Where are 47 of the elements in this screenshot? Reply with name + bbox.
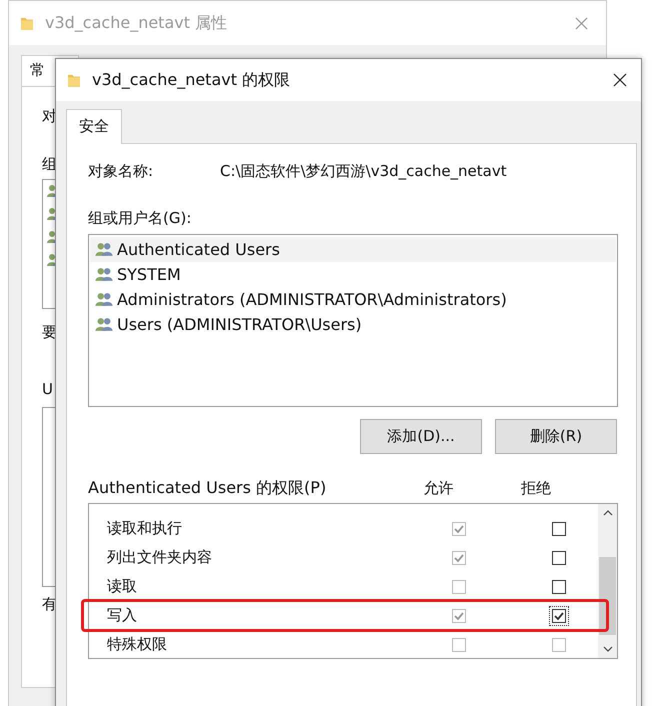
security-tab[interactable]: 安全 (66, 109, 122, 144)
user-item[interactable]: Administrators (ADMINISTRATOR\Administrators) (90, 287, 616, 312)
permission-name: 读取 (106, 577, 138, 596)
permission-row[interactable]: 列出文件夹内容 (89, 543, 598, 572)
user-item[interactable]: Authenticated Users (90, 237, 616, 262)
add-button[interactable]: 添加(D)... (360, 419, 482, 454)
dialog-title: v3d_cache_netavt 的权限 (92, 70, 290, 90)
window-title: v3d_cache_netavt 属性 (45, 12, 228, 34)
permission-name: 特殊权限 (106, 635, 168, 654)
users-icon (95, 317, 113, 332)
object-name-label: 对象名称: (88, 162, 154, 181)
deny-checkbox[interactable] (552, 580, 566, 594)
check-icon (453, 610, 465, 622)
user-item[interactable]: SYSTEM (90, 262, 616, 287)
label-fragment: 要 (42, 323, 57, 342)
close-icon[interactable] (613, 73, 627, 87)
check-icon (453, 522, 465, 534)
folder-icon (68, 72, 80, 88)
check-icon (453, 552, 465, 564)
permission-row[interactable]: 写入 (89, 601, 598, 630)
scrollbar[interactable] (598, 504, 617, 658)
column-header: 允许 (424, 479, 454, 498)
object-path: C:\固态软件\梦幻西游\v3d_cache_netavt (220, 162, 507, 181)
deny-checkbox[interactable] (552, 522, 566, 536)
check-icon (553, 610, 565, 622)
users-icon (95, 267, 113, 282)
folder-icon (21, 15, 33, 31)
permission-name: 列出文件夹内容 (106, 548, 213, 567)
scroll-up-icon[interactable] (602, 510, 612, 516)
scroll-thumb[interactable] (599, 557, 616, 635)
column-header: 拒绝 (520, 479, 552, 498)
label-fragment: U (42, 380, 53, 398)
remove-button[interactable]: 删除(R) (495, 419, 617, 454)
user-item[interactable]: Users (ADMINISTRATOR\Users) (90, 312, 616, 337)
permission-name: 写入 (106, 606, 138, 625)
scroll-down-icon[interactable] (602, 646, 612, 652)
permission-row[interactable]: 读取和执行 (89, 514, 598, 543)
deny-checkbox[interactable] (552, 550, 566, 564)
permission-row[interactable]: 读取 (89, 572, 598, 601)
label-fragment: 有 (42, 595, 57, 614)
users-icon (95, 242, 113, 257)
permissions-label: Authenticated Users 的权限(P) (88, 478, 328, 499)
users-icon (95, 292, 113, 307)
group-label: 组或用户名(G): (88, 209, 192, 228)
permission-name: 读取和执行 (106, 519, 183, 538)
label-fragment: 对 (42, 107, 57, 126)
label-fragment: 组 (42, 155, 57, 174)
